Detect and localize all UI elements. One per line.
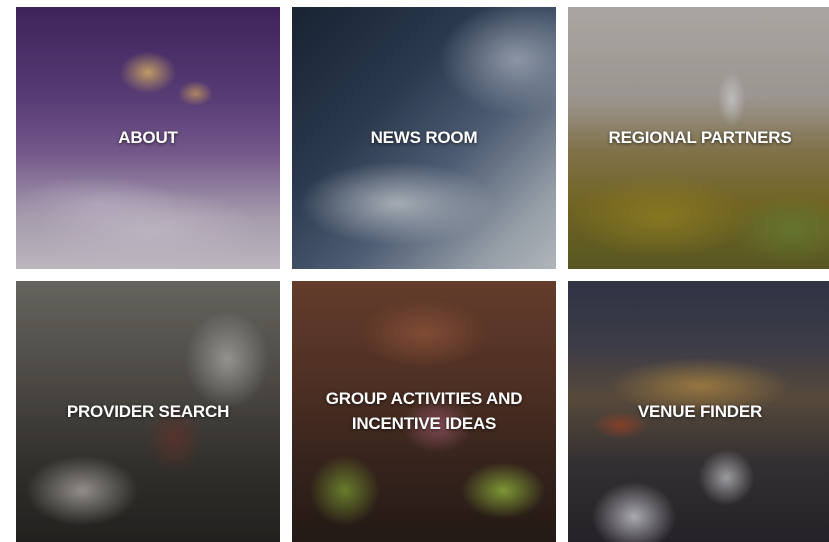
tile-about[interactable]: ABOUT <box>16 7 280 269</box>
tile-label-provider-search: PROVIDER SEARCH <box>66 401 230 421</box>
tile-group-activities[interactable]: GROUP ACTIVITIES AND INCENTIVE IDEAS <box>292 281 556 542</box>
navigation-tile-grid: ABOUT NEWS ROOM REGIONAL PARTNERS PROVID… <box>0 0 829 542</box>
tile-label-venue-finder: VENUE FINDER <box>637 401 763 421</box>
tile-provider-search[interactable]: PROVIDER SEARCH <box>16 281 280 542</box>
tile-news-room[interactable]: NEWS ROOM <box>292 7 556 269</box>
tile-regional-partners[interactable]: REGIONAL PARTNERS <box>568 7 829 269</box>
tile-venue-finder[interactable]: VENUE FINDER <box>568 281 829 542</box>
tile-label-group-activities: GROUP ACTIVITIES AND INCENTIVE IDEAS <box>325 389 523 433</box>
tile-label-about: ABOUT <box>118 127 178 147</box>
tile-label-regional-partners: REGIONAL PARTNERS <box>608 127 792 147</box>
tile-label-news-room: NEWS ROOM <box>370 127 478 147</box>
